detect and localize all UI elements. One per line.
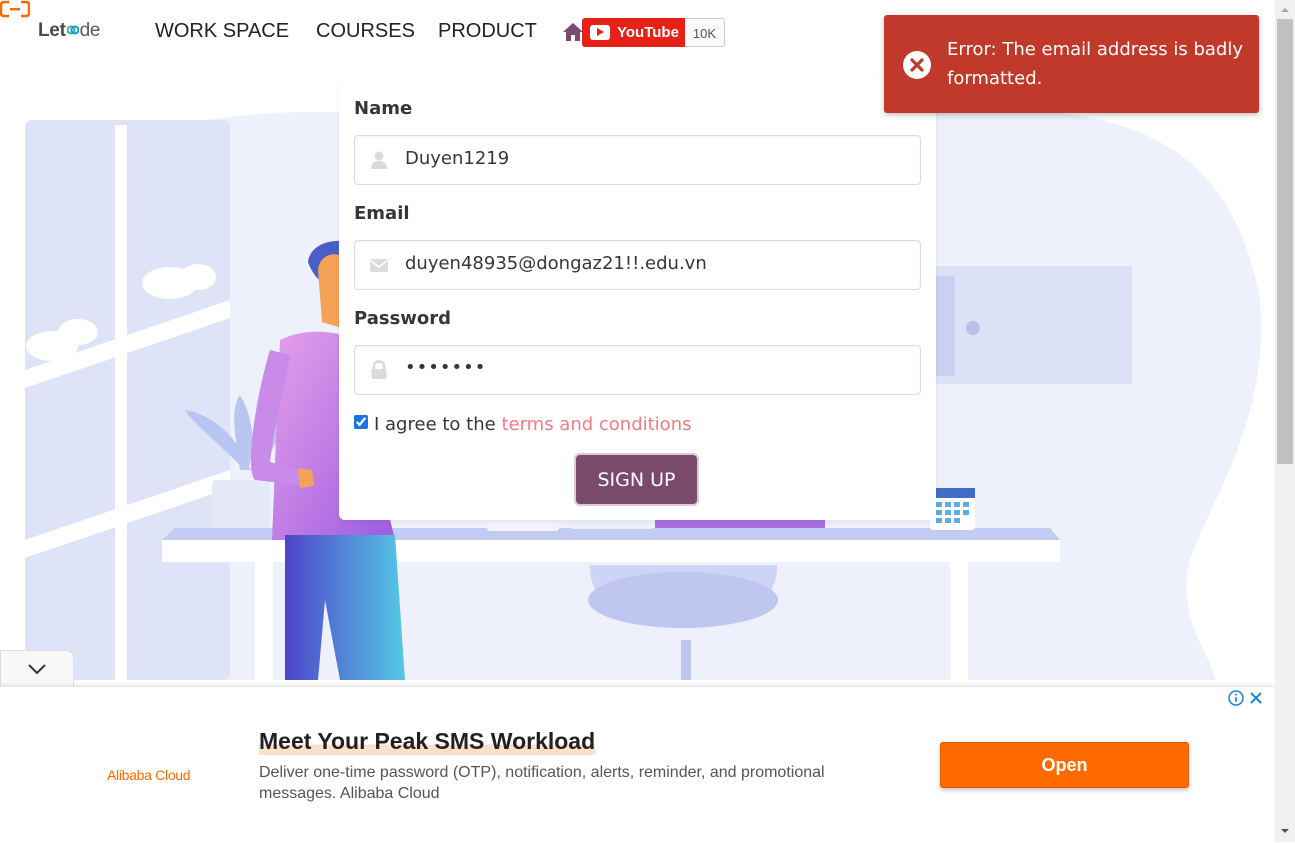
user-icon	[371, 151, 387, 169]
nav-product[interactable]: PRODUCT	[438, 20, 537, 43]
youtube-label: YouTube	[617, 24, 679, 41]
ad-info-icon[interactable]	[1228, 690, 1244, 706]
nav-work-space[interactable]: WORK SPACE	[155, 20, 289, 43]
email-field[interactable]: duyen48935@dongaz21!!.edu.vn	[354, 240, 921, 290]
agree-checkbox[interactable]	[354, 415, 368, 429]
ad-description: Deliver one-time password (OTP), notific…	[259, 764, 825, 802]
agree-text: I agree to the	[374, 414, 496, 435]
brand-left: Let	[38, 20, 66, 41]
name-field[interactable]: Duyen1219	[354, 135, 921, 185]
lock-icon	[371, 360, 387, 379]
scroll-down-arrow-icon[interactable]	[1275, 823, 1295, 839]
code-brackets-icon	[66, 25, 79, 35]
youtube-play-icon	[590, 25, 610, 40]
password-value: •••••••	[405, 357, 487, 378]
youtube-subscriber-count: 10K	[685, 18, 725, 47]
error-x-icon[interactable]	[902, 50, 932, 80]
error-message: Error: The email address is badly format…	[947, 39, 1243, 89]
scroll-up-arrow-icon[interactable]	[1275, 2, 1295, 18]
ad-collapse-toggle[interactable]	[0, 650, 74, 687]
nav-courses[interactable]: COURSES	[316, 20, 415, 43]
home-icon[interactable]	[562, 22, 584, 42]
ad-brand-name: Alibaba Cloud	[107, 767, 191, 783]
brand-right: de	[79, 20, 101, 41]
password-label: Password	[354, 308, 452, 329]
ad-close-icon[interactable]	[1248, 690, 1264, 706]
name-value: Duyen1219	[405, 148, 510, 169]
sign-up-button[interactable]: SIGN UP	[574, 453, 699, 506]
scrollbar-thumb[interactable]	[1277, 19, 1293, 464]
email-label: Email	[354, 203, 410, 224]
agree-row: I agree to the terms and conditions	[354, 414, 691, 435]
email-value: duyen48935@dongaz21!!.edu.vn	[405, 253, 707, 274]
password-field[interactable]: •••••••	[354, 345, 921, 395]
ad-title[interactable]: Meet Your Peak SMS Workload	[259, 728, 596, 755]
name-label: Name	[354, 98, 413, 119]
ad-open-button[interactable]: Open	[940, 742, 1189, 788]
youtube-subscribe-button[interactable]: YouTube	[582, 18, 685, 47]
envelope-icon	[369, 259, 389, 272]
error-toast: Error: The email address is badly format…	[884, 15, 1259, 113]
terms-link[interactable]: terms and conditions	[501, 414, 691, 435]
chevron-down-icon	[28, 664, 46, 675]
letcode-logo[interactable]: Let de	[38, 20, 100, 42]
